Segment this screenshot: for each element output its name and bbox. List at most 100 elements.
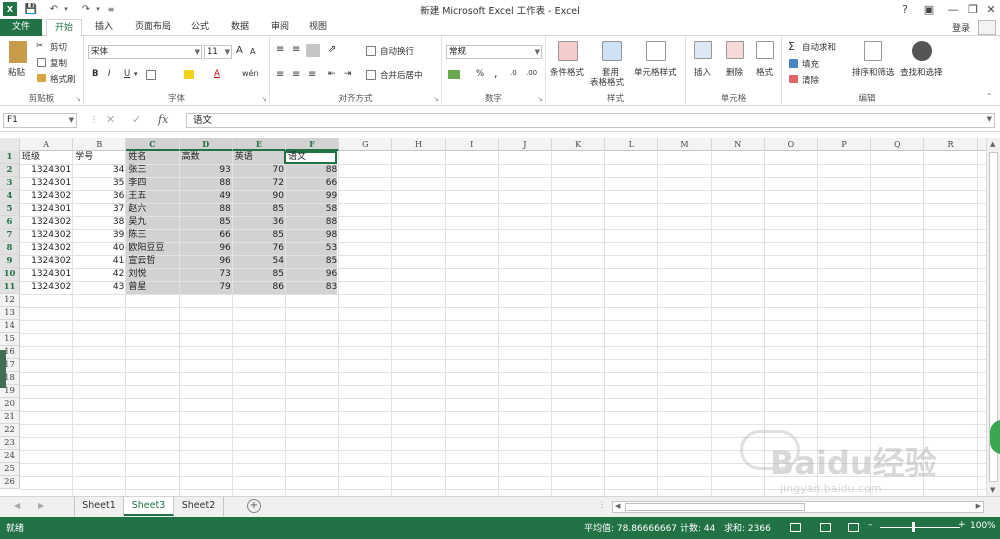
- minimize-button[interactable]: —: [942, 0, 964, 18]
- cell-a7[interactable]: 1324302: [20, 229, 73, 242]
- insert-cells-button[interactable]: 插入: [694, 66, 711, 78]
- formula-input[interactable]: 语文: [186, 113, 995, 128]
- sheet-tab-sheet3[interactable]: Sheet3: [124, 497, 174, 516]
- cell-b5[interactable]: 37: [73, 203, 126, 216]
- cell-f4[interactable]: 99: [286, 190, 339, 203]
- cell-c7[interactable]: 陈三: [126, 229, 179, 242]
- column-header-c[interactable]: C: [126, 138, 180, 151]
- align-left-icon[interactable]: ≡: [276, 69, 284, 80]
- align-center-icon[interactable]: ≡: [292, 69, 300, 80]
- copy-icon[interactable]: [37, 58, 46, 67]
- row-header-11[interactable]: 11: [0, 281, 20, 294]
- cell-d2[interactable]: 93: [180, 164, 233, 177]
- cell-b2[interactable]: 34: [73, 164, 126, 177]
- autosum-button[interactable]: 自动求和: [802, 41, 836, 53]
- horizontal-scroll-thumb[interactable]: [625, 503, 805, 511]
- align-right-icon[interactable]: ≡: [308, 69, 316, 80]
- expand-formula-icon[interactable]: ▼: [987, 115, 992, 123]
- borders-icon[interactable]: [146, 70, 156, 80]
- copy-button[interactable]: 复制: [50, 57, 67, 69]
- fill-icon[interactable]: [789, 59, 798, 68]
- cell-e8[interactable]: 76: [233, 242, 286, 255]
- cell-d9[interactable]: 96: [180, 255, 233, 268]
- scroll-right-icon[interactable]: ▶: [976, 502, 981, 510]
- format-as-table-label-2[interactable]: 表格格式: [590, 76, 624, 88]
- cell-a10[interactable]: 1324301: [20, 268, 73, 281]
- zoom-in-icon[interactable]: +: [958, 520, 966, 530]
- enter-icon[interactable]: ✓: [132, 113, 141, 126]
- close-button[interactable]: ✕: [980, 0, 1000, 18]
- cell-a9[interactable]: 1324302: [20, 255, 73, 268]
- cell-b3[interactable]: 35: [73, 177, 126, 190]
- tab-split-handle-icon[interactable]: ⋮: [598, 500, 606, 509]
- cell-b11[interactable]: 43: [73, 281, 126, 294]
- merge-center-button[interactable]: 合并后居中: [380, 69, 423, 81]
- cell-e7[interactable]: 85: [233, 229, 286, 242]
- cell-f2[interactable]: 88: [286, 164, 339, 177]
- insert-function-button[interactable]: fx: [158, 113, 168, 126]
- cell-c2[interactable]: 张三: [126, 164, 179, 177]
- alignment-launcher-icon[interactable]: ↘: [433, 95, 439, 103]
- font-size-combo[interactable]: 11 ▼: [204, 45, 232, 59]
- zoom-out-icon[interactable]: –: [868, 520, 873, 530]
- cut-icon[interactable]: ✂: [36, 41, 43, 51]
- cell-e5[interactable]: 85: [233, 203, 286, 216]
- insert-cells-icon[interactable]: [694, 41, 712, 59]
- cell-c11[interactable]: 曾星: [126, 281, 179, 294]
- cell-e6[interactable]: 36: [233, 216, 286, 229]
- row-header-12[interactable]: 12: [0, 294, 20, 307]
- column-header-l[interactable]: L: [605, 138, 659, 151]
- column-header-a[interactable]: A: [20, 138, 74, 151]
- cell-f9[interactable]: 85: [286, 255, 339, 268]
- name-box[interactable]: F1 ▼: [3, 113, 77, 128]
- row-header-14[interactable]: 14: [0, 320, 20, 333]
- cell-c3[interactable]: 李四: [126, 177, 179, 190]
- align-bottom-icon[interactable]: [306, 44, 320, 57]
- cell-d1[interactable]: 高数: [180, 151, 233, 164]
- row-header-6[interactable]: 6: [0, 216, 20, 229]
- percent-button[interactable]: %: [476, 69, 484, 79]
- cell-e3[interactable]: 72: [233, 177, 286, 190]
- column-header-d[interactable]: D: [179, 138, 233, 151]
- cell-a6[interactable]: 1324302: [20, 216, 73, 229]
- cut-button[interactable]: 剪切: [50, 41, 67, 53]
- format-cells-icon[interactable]: [756, 41, 774, 59]
- sheet-tab-sheet2[interactable]: Sheet2: [174, 497, 224, 516]
- cell-e10[interactable]: 85: [233, 268, 286, 281]
- column-header-e[interactable]: E: [232, 138, 286, 151]
- row-header-15[interactable]: 15: [0, 333, 20, 346]
- cell-c1[interactable]: 姓名: [126, 151, 179, 164]
- column-header-b[interactable]: B: [73, 138, 127, 151]
- cell-c6[interactable]: 吴九: [126, 216, 179, 229]
- cell-d10[interactable]: 73: [180, 268, 233, 281]
- sort-filter-button[interactable]: 排序和筛选: [852, 66, 895, 78]
- cell-f3[interactable]: 66: [286, 177, 339, 190]
- ribbon-display-options-icon[interactable]: ▣: [918, 0, 940, 18]
- column-header-g[interactable]: G: [339, 138, 393, 151]
- cell-d11[interactable]: 79: [180, 281, 233, 294]
- row-header-9[interactable]: 9: [0, 255, 20, 268]
- italic-button[interactable]: I: [108, 69, 111, 79]
- grow-font-button[interactable]: A: [236, 45, 243, 56]
- cell-b1[interactable]: 学号: [73, 151, 126, 164]
- cell-e9[interactable]: 54: [233, 255, 286, 268]
- floating-green-button[interactable]: [990, 420, 1000, 454]
- row-header-8[interactable]: 8: [0, 242, 20, 255]
- page-layout-view-icon[interactable]: [820, 523, 831, 532]
- underline-dropdown-icon[interactable]: ▾: [134, 70, 138, 78]
- cell-c4[interactable]: 王五: [126, 190, 179, 203]
- cell-a8[interactable]: 1324302: [20, 242, 73, 255]
- row-header-4[interactable]: 4: [0, 190, 20, 203]
- cell-b4[interactable]: 36: [73, 190, 126, 203]
- row-header-20[interactable]: 20: [0, 398, 20, 411]
- cell-d4[interactable]: 49: [180, 190, 233, 203]
- cell-f7[interactable]: 98: [286, 229, 339, 242]
- align-top-icon[interactable]: ≡: [276, 44, 284, 55]
- page-break-view-icon[interactable]: [848, 523, 859, 532]
- find-select-icon[interactable]: [912, 41, 932, 61]
- cancel-icon[interactable]: ✕: [106, 113, 115, 126]
- increase-indent-icon[interactable]: ⇥: [344, 69, 352, 79]
- cell-d7[interactable]: 66: [180, 229, 233, 242]
- cell-b6[interactable]: 38: [73, 216, 126, 229]
- row-header-25[interactable]: 25: [0, 463, 20, 476]
